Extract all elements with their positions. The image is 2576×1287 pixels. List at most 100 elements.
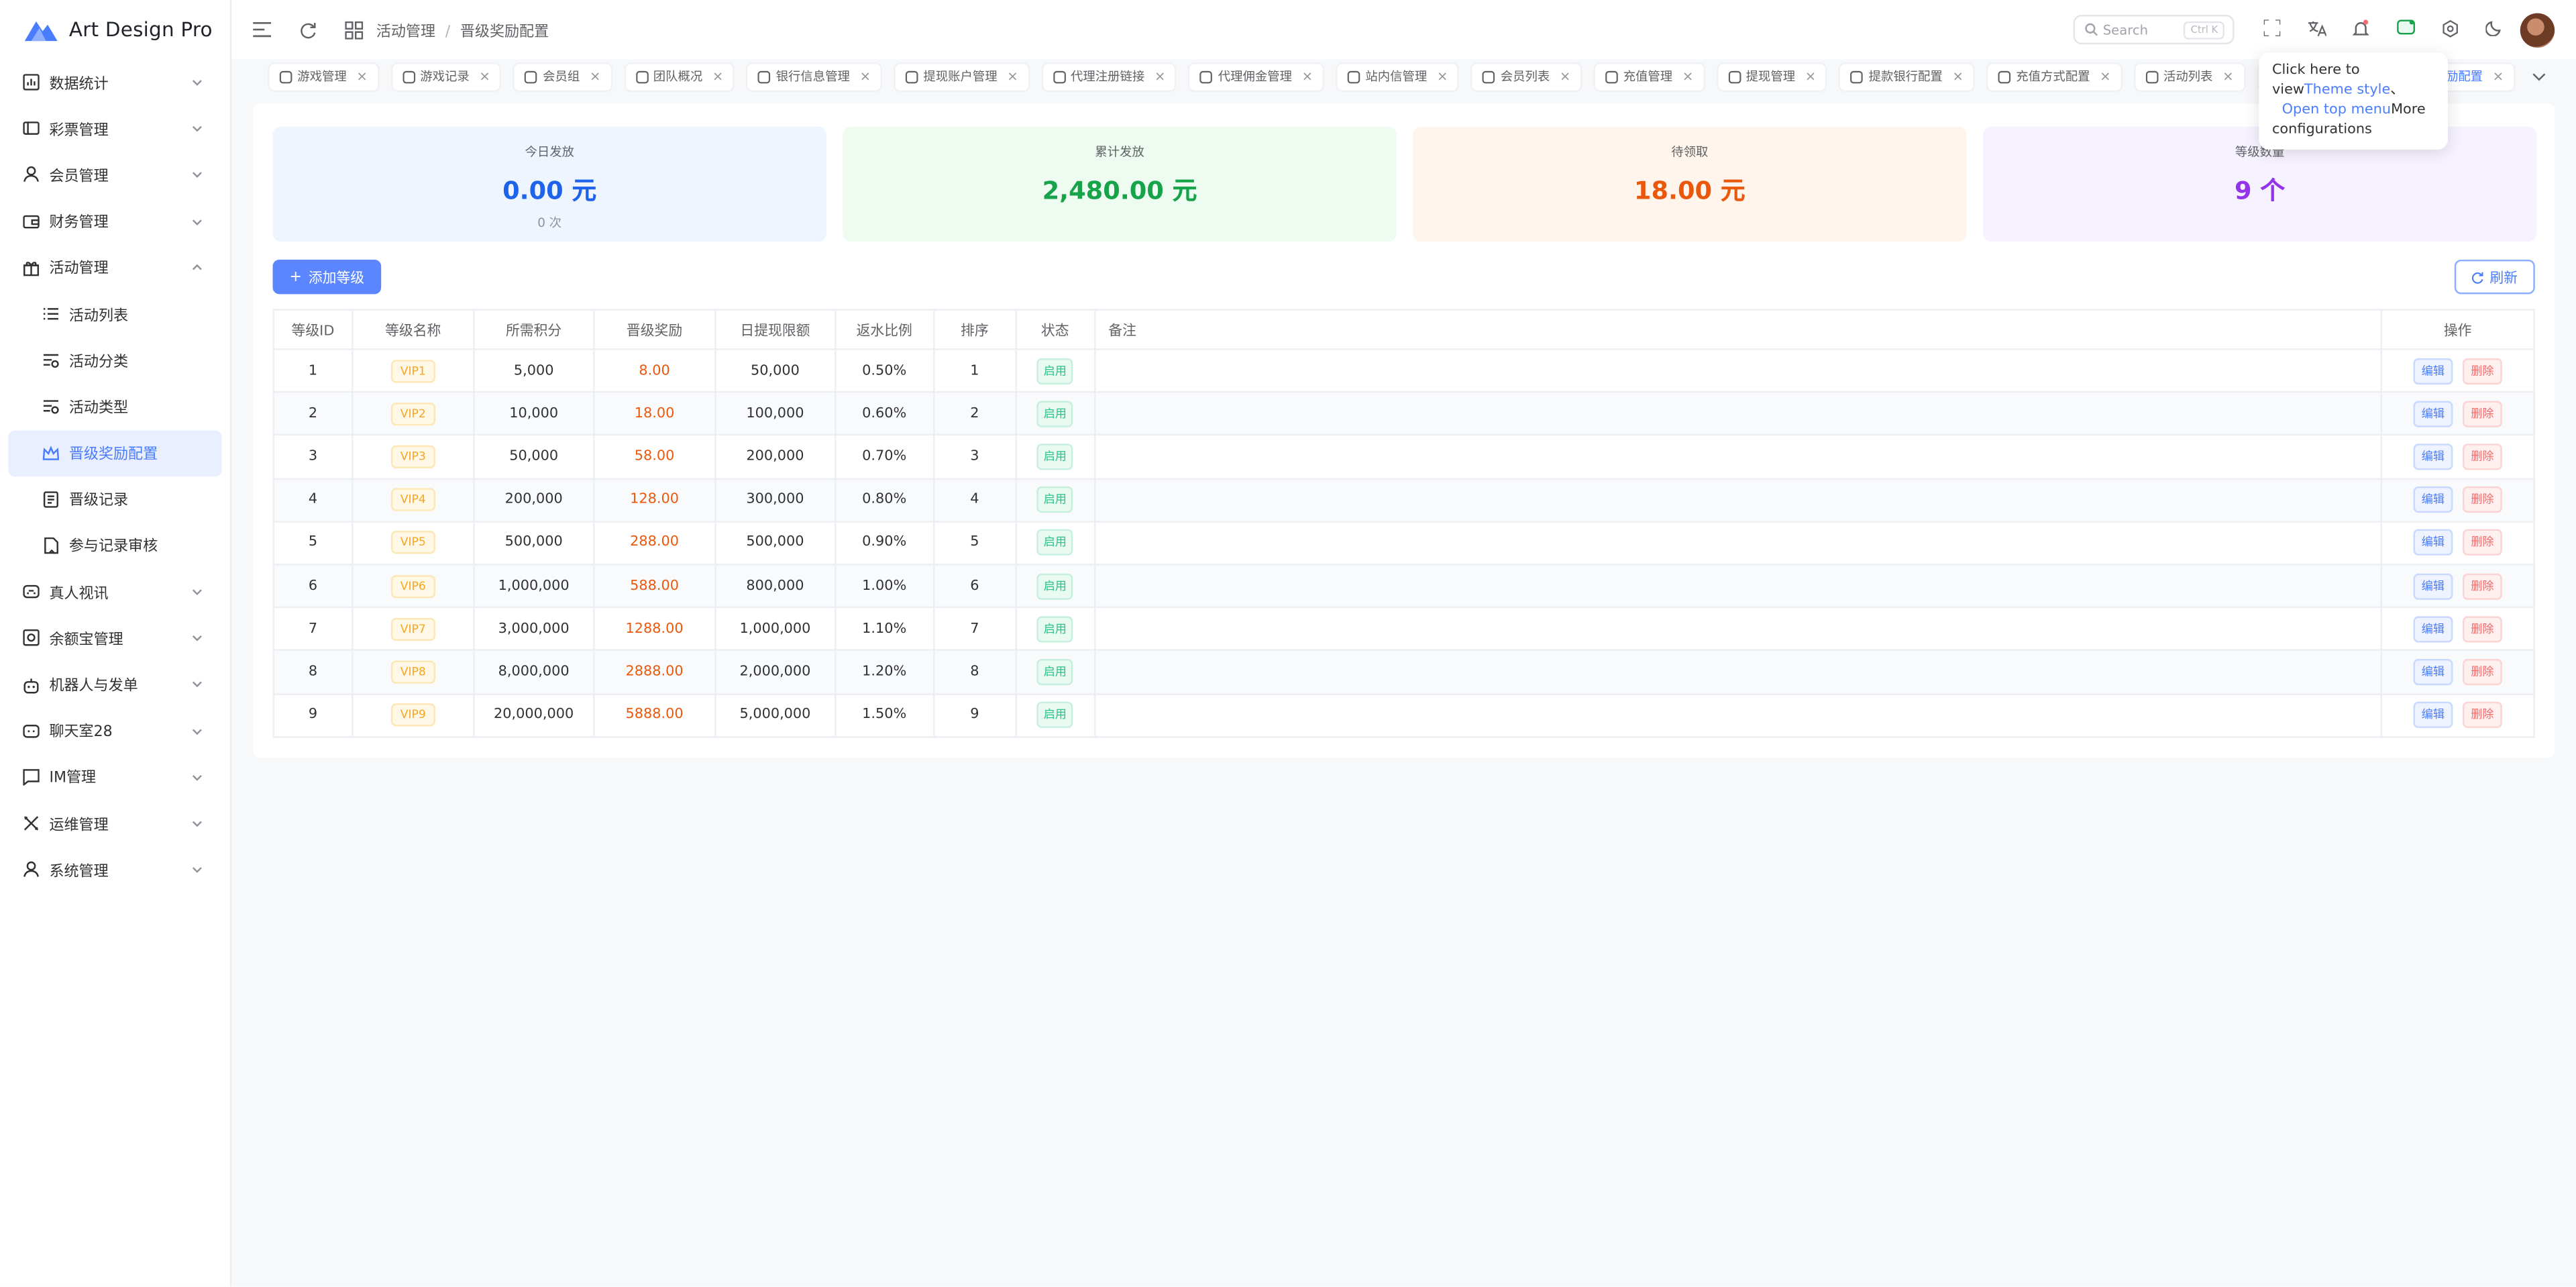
sidebar-item[interactable]: 运维管理 [0, 801, 230, 847]
sidebar-item[interactable]: 系统管理 [0, 847, 230, 893]
edit-button[interactable]: 编辑 [2413, 529, 2453, 556]
settings-icon[interactable] [2440, 18, 2459, 38]
tab[interactable]: 活动列表 × [2133, 61, 2245, 91]
menu-toggle-icon[interactable] [252, 19, 271, 39]
close-icon[interactable]: × [1302, 69, 1313, 84]
sidebar-item[interactable]: 聊天室28 [0, 708, 230, 754]
mail-icon [1347, 70, 1360, 83]
tab-label: 活动列表 [2163, 68, 2213, 84]
sidebar-item[interactable]: 彩票管理 [0, 105, 230, 152]
delete-button[interactable]: 删除 [2463, 486, 2502, 513]
close-icon[interactable]: × [479, 69, 490, 84]
cell-note [1093, 477, 2383, 523]
close-icon[interactable]: × [1805, 69, 1816, 84]
close-icon[interactable]: × [712, 69, 723, 84]
close-icon[interactable]: × [860, 69, 871, 84]
refresh-icon[interactable] [297, 19, 317, 39]
stat-sub: 0 次 [537, 215, 562, 230]
delete-button[interactable]: 删除 [2463, 401, 2502, 427]
refresh-button[interactable]: 刷新 [2454, 259, 2535, 295]
sidebar-item[interactable]: 机器人与发单 [0, 662, 230, 708]
delete-button[interactable]: 删除 [2463, 572, 2502, 599]
tabs-more-chevron-icon[interactable] [2532, 69, 2548, 85]
close-icon[interactable]: × [1155, 69, 1165, 84]
tab[interactable]: 站内信管理 × [1336, 61, 1460, 91]
sidebar-item[interactable]: 数据统计 [0, 59, 230, 105]
tab[interactable]: 团队概况 × [623, 61, 735, 91]
cell-points: 200,000 [473, 477, 595, 523]
sidebar-item[interactable]: 财务管理 [0, 198, 230, 244]
edit-button[interactable]: 编辑 [2413, 486, 2453, 513]
edit-button[interactable]: 编辑 [2413, 658, 2453, 686]
sidebar-item[interactable]: 会员管理 [0, 152, 230, 198]
tab[interactable]: 会员组 × [513, 61, 612, 91]
search-input[interactable]: Search Ctrl K [2073, 15, 2235, 45]
edit-button[interactable]: 编辑 [2413, 572, 2453, 599]
delete-button[interactable]: 删除 [2463, 658, 2502, 686]
sidebar-item[interactable]: 活动分类 [0, 337, 230, 383]
sidebar-item[interactable]: 真人视讯 [0, 569, 230, 615]
tab[interactable]: 充值方式配置 × [1986, 61, 2123, 91]
tab[interactable]: 游戏记录 × [390, 61, 502, 91]
sidebar-item[interactable]: 活动类型 [0, 383, 230, 429]
tab[interactable]: 提款银行配置 × [1839, 61, 1976, 91]
delete-button[interactable]: 删除 [2463, 529, 2502, 556]
tab[interactable]: 会员列表 × [1470, 61, 1582, 91]
sidebar-item[interactable]: 余额宝管理 [0, 615, 230, 662]
edit-button[interactable]: 编辑 [2413, 401, 2453, 427]
delete-button[interactable]: 删除 [2463, 444, 2502, 470]
search-shortcut: Ctrl K [2184, 21, 2224, 40]
edit-button[interactable]: 编辑 [2413, 444, 2453, 470]
chevron-down-icon [191, 122, 204, 136]
tab[interactable]: 代理注册链接 × [1040, 61, 1177, 91]
tab-label: 会员列表 [1500, 68, 1550, 84]
close-icon[interactable]: × [356, 69, 367, 84]
delete-button[interactable]: 删除 [2463, 357, 2502, 384]
avatar[interactable] [2520, 13, 2555, 48]
edit-button[interactable]: 编辑 [2413, 357, 2453, 384]
close-icon[interactable]: × [1560, 69, 1570, 84]
close-icon[interactable]: × [2222, 69, 2233, 84]
sidebar-item[interactable]: 活动列表 [0, 291, 230, 337]
close-icon[interactable]: × [2100, 69, 2110, 84]
wallet-icon [23, 213, 40, 229]
brand[interactable]: Art Design Pro [0, 0, 230, 59]
close-icon[interactable]: × [1682, 69, 1693, 84]
fullscreen-icon[interactable] [2262, 18, 2282, 38]
translate-icon[interactable] [2306, 18, 2326, 38]
sidebar-item-label: 运维管理 [49, 817, 109, 835]
close-icon[interactable]: × [1007, 69, 1018, 84]
tab[interactable]: 充值管理 × [1593, 61, 1705, 91]
bell-icon[interactable] [2351, 18, 2371, 38]
chat-bubble-icon[interactable] [2396, 18, 2415, 38]
dark-mode-icon[interactable] [2484, 18, 2504, 38]
tooltip-link-top-menu[interactable]: Open top menu [2282, 102, 2391, 118]
close-icon[interactable]: × [2493, 69, 2504, 84]
tab[interactable]: 游戏管理 × [268, 61, 379, 91]
cell-rebate: 0.80% [834, 477, 934, 523]
sidebar-item[interactable]: 活动管理 [0, 244, 230, 291]
cell-id: 1 [272, 348, 354, 393]
sidebar-item[interactable]: 晋级奖励配置 [8, 429, 222, 476]
tab[interactable]: 提现管理 × [1716, 61, 1828, 91]
close-icon[interactable]: × [590, 69, 600, 84]
edit-button[interactable]: 编辑 [2413, 701, 2453, 729]
cell-reward: 18.00 [592, 391, 716, 436]
level-badge: VIP5 [390, 531, 436, 555]
add-level-button[interactable]: + 添加等级 [272, 259, 382, 295]
breadcrumb-item[interactable]: 活动管理 [376, 24, 435, 40]
tab[interactable]: 代理佣金管理 × [1188, 61, 1325, 91]
close-icon[interactable]: × [1952, 69, 1963, 84]
close-icon[interactable]: × [1437, 69, 1448, 84]
tab[interactable]: 银行信息管理 × [746, 61, 883, 91]
delete-button[interactable]: 删除 [2463, 615, 2502, 642]
sidebar-item[interactable]: 参与记录审核 [0, 522, 230, 568]
edit-button[interactable]: 编辑 [2413, 615, 2453, 642]
grid-icon[interactable] [343, 19, 363, 39]
tab[interactable]: 提现账户管理 × [894, 61, 1030, 91]
sidebar-item[interactable]: IM管理 [0, 754, 230, 801]
tooltip-link-theme[interactable]: Theme style [2304, 82, 2390, 98]
sidebar-item[interactable]: 晋级记录 [0, 476, 230, 522]
delete-button[interactable]: 删除 [2463, 701, 2502, 729]
cell-reward: 2888.00 [592, 650, 716, 694]
